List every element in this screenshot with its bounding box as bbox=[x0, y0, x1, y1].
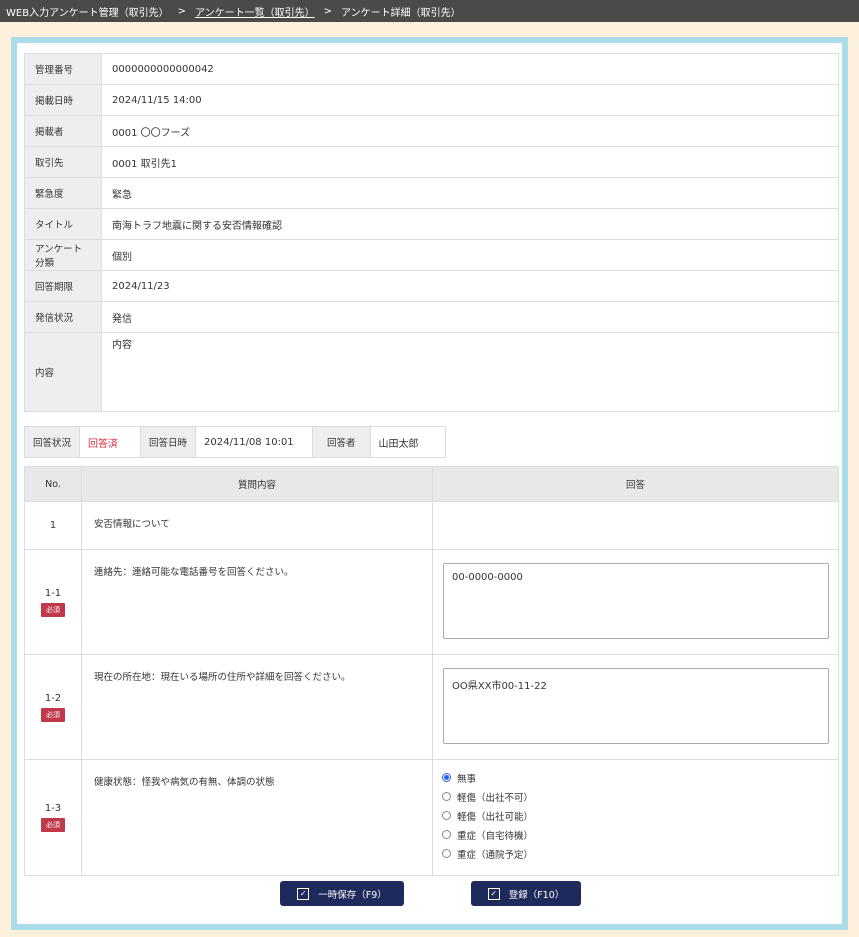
table-row: 1-1 必須 連絡先：連絡可能な電話番号を回答ください。 00-0000-000… bbox=[24, 549, 839, 655]
info-row-urgency: 緊急度 緊急 bbox=[24, 177, 839, 209]
info-label: タイトル bbox=[24, 208, 102, 240]
health-option-serious-hospital[interactable]: 重症（通院予定） bbox=[442, 844, 829, 863]
info-row-category: アンケート分類 個別 bbox=[24, 239, 839, 271]
answer-status-table: 回答状況 回答済 回答日時 2024/11/08 10:01 回答者 山田太郎 bbox=[23, 426, 446, 458]
answer-date-value: 2024/11/08 10:01 bbox=[195, 426, 314, 458]
breadcrumb-separator: > bbox=[177, 5, 187, 17]
info-row-title: タイトル 南海トラフ地震に関する安否情報確認 bbox=[24, 208, 839, 240]
info-value: 2024/11/15 14:00 bbox=[101, 84, 839, 116]
header-question: 質問内容 bbox=[81, 466, 433, 502]
temp-save-label: 一時保存（F9） bbox=[318, 889, 387, 901]
required-badge: 必須 bbox=[41, 707, 65, 722]
question-text: 連絡先：連絡可能な電話番号を回答ください。 bbox=[81, 549, 433, 655]
radio-selected-icon bbox=[442, 773, 451, 782]
question-no-cell: 1-1 必須 bbox=[24, 549, 82, 655]
required-badge: 必須 bbox=[41, 602, 65, 617]
question-table-header: No. 質問内容 回答 bbox=[24, 466, 839, 502]
temp-save-button[interactable]: ✓ 一時保存（F9） bbox=[280, 881, 404, 906]
phone-answer-field[interactable]: 00-0000-0000 bbox=[443, 563, 829, 639]
content-text: 内容 bbox=[112, 340, 132, 351]
info-row-poster: 掲載者 0001 〇〇フーズ bbox=[24, 115, 839, 147]
answer-cell: OO県XX市00-11-22 bbox=[432, 654, 839, 760]
table-row: 1-2 必須 現在の所在地：現在いる場所の住所や詳細を回答ください。 OO県XX… bbox=[24, 654, 839, 760]
info-row-post-date: 掲載日時 2024/11/15 14:00 bbox=[24, 84, 839, 116]
radio-icon bbox=[442, 849, 451, 858]
health-option-minor-can-work[interactable]: 軽傷（出社可能） bbox=[442, 806, 829, 825]
table-row: 1 安否情報について bbox=[24, 501, 839, 550]
question-no: 1-2 bbox=[44, 692, 62, 704]
question-no-cell: 1-3 必須 bbox=[24, 759, 82, 876]
option-label: 重症（通院予定） bbox=[457, 849, 534, 861]
info-value: 内容 bbox=[101, 332, 839, 412]
content-frame: 管理番号 0000000000000042 掲載日時 2024/11/15 14… bbox=[11, 37, 848, 930]
info-row-supplier: 取引先 0001 取引先1 bbox=[24, 146, 839, 178]
info-label: 取引先 bbox=[24, 146, 102, 178]
info-row-deadline: 回答期限 2024/11/23 bbox=[24, 270, 839, 302]
info-value: 0001 〇〇フーズ bbox=[101, 115, 839, 147]
question-text: 安否情報について bbox=[81, 501, 433, 550]
breadcrumb-item-survey-admin: WEB入力アンケート管理（取引先） bbox=[6, 7, 169, 19]
option-label: 軽傷（出社可能） bbox=[457, 811, 534, 823]
checkbox-icon: ✓ bbox=[487, 887, 500, 900]
breadcrumb-separator: > bbox=[323, 5, 333, 17]
answer-cell: 00-0000-0000 bbox=[432, 549, 839, 655]
info-label: 内容 bbox=[24, 332, 102, 412]
breadcrumb-link-survey-list[interactable]: アンケート一覧（取引先） bbox=[195, 4, 315, 19]
radio-icon bbox=[442, 792, 451, 801]
question-text: 健康状態：怪我や病気の有無、体調の状態 bbox=[81, 759, 433, 876]
info-label: 回答期限 bbox=[24, 270, 102, 302]
radio-icon bbox=[442, 830, 451, 839]
breadcrumb-item-survey-detail: アンケート詳細（取引先） bbox=[341, 7, 461, 19]
info-row-content: 内容 内容 bbox=[24, 332, 839, 412]
respondent-value: 山田太郎 bbox=[369, 426, 446, 458]
header-answer: 回答 bbox=[432, 466, 839, 502]
info-row-send-status: 発信状況 発信 bbox=[24, 301, 839, 333]
table-row: 1-3 必須 健康状態：怪我や病気の有無、体調の状態 無事 軽傷（出社不可） 軽… bbox=[24, 759, 839, 876]
answer-cell bbox=[432, 501, 839, 550]
survey-info-table: 管理番号 0000000000000042 掲載日時 2024/11/15 14… bbox=[24, 53, 839, 412]
info-label: 掲載者 bbox=[24, 115, 102, 147]
info-label: 緊急度 bbox=[24, 177, 102, 209]
required-badge: 必須 bbox=[41, 818, 65, 832]
option-label: 重症（自宅待機） bbox=[457, 830, 534, 842]
info-value: 緊急 bbox=[101, 177, 839, 209]
question-text: 現在の所在地：現在いる場所の住所や詳細を回答ください。 bbox=[81, 654, 433, 760]
question-no: 1-3 bbox=[44, 803, 62, 814]
answer-date-label: 回答日時 bbox=[140, 426, 197, 458]
info-value: 0000000000000042 bbox=[101, 53, 839, 85]
info-value: 発信 bbox=[101, 301, 839, 333]
question-no: 1-1 bbox=[44, 587, 62, 599]
answer-cell: 無事 軽傷（出社不可） 軽傷（出社可能） 重症（自宅待機） 重症（通院予定） bbox=[432, 759, 839, 876]
question-table: No. 質問内容 回答 1 安否情報について 1-1 必須 連絡先：連絡可能な電… bbox=[24, 466, 839, 876]
question-no-cell: 1-2 必須 bbox=[24, 654, 82, 760]
location-answer-field[interactable]: OO県XX市00-11-22 bbox=[443, 668, 829, 744]
info-label: 管理番号 bbox=[24, 53, 102, 85]
header-no: No. bbox=[24, 466, 82, 502]
option-label: 軽傷（出社不可） bbox=[457, 792, 534, 804]
answer-status-value: 回答済 bbox=[79, 426, 142, 458]
info-row-management-number: 管理番号 0000000000000042 bbox=[24, 53, 839, 85]
info-label: 発信状況 bbox=[24, 301, 102, 333]
register-label: 登録（F10） bbox=[508, 889, 565, 901]
option-label: 無事 bbox=[457, 773, 477, 785]
info-value: 個別 bbox=[101, 239, 839, 271]
info-value: 0001 取引先1 bbox=[101, 146, 839, 178]
info-value: 2024/11/23 bbox=[101, 270, 839, 302]
info-value: 南海トラフ地震に関する安否情報確認 bbox=[101, 208, 839, 240]
info-label: アンケート分類 bbox=[24, 239, 102, 271]
checkbox-icon: ✓ bbox=[297, 887, 310, 900]
radio-icon bbox=[442, 811, 451, 820]
question-no: 1 bbox=[24, 501, 82, 550]
answer-status-label: 回答状況 bbox=[23, 426, 81, 458]
register-button[interactable]: ✓ 登録（F10） bbox=[471, 881, 581, 906]
health-option-serious-home[interactable]: 重症（自宅待機） bbox=[442, 825, 829, 844]
health-option-minor-no-work[interactable]: 軽傷（出社不可） bbox=[442, 787, 829, 806]
breadcrumb: WEB入力アンケート管理（取引先） > アンケート一覧（取引先） > アンケート… bbox=[0, 0, 859, 22]
info-label: 掲載日時 bbox=[24, 84, 102, 116]
health-option-safe[interactable]: 無事 bbox=[442, 768, 829, 787]
respondent-label: 回答者 bbox=[312, 426, 371, 458]
